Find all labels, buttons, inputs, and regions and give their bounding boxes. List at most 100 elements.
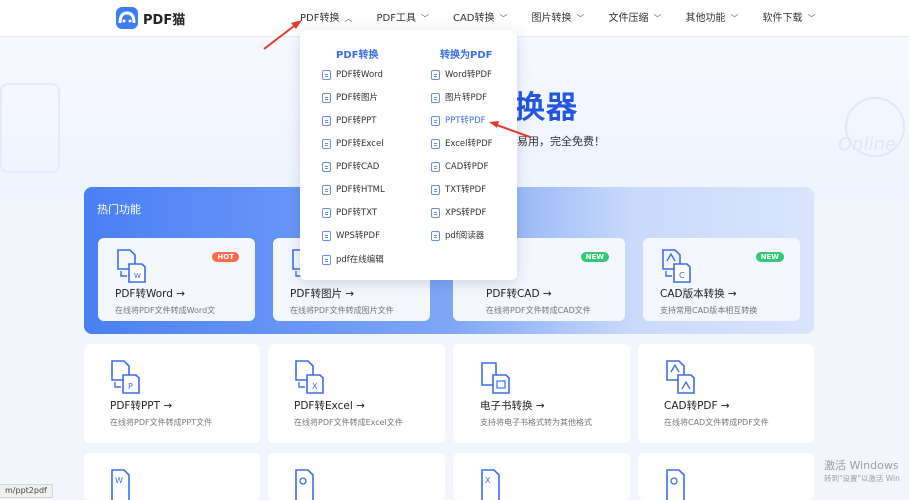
cad-version-icon: C [662, 249, 691, 283]
nav-image-convert[interactable]: 图片转换 ﹀ [532, 0, 585, 37]
chevron-down-icon: ﹀ [807, 14, 816, 23]
file-icon [322, 93, 331, 103]
file-icon [431, 139, 440, 149]
dropdown-item-xps-to-pdf[interactable]: XPS转PDF [431, 206, 486, 220]
dropdown-item-wps-to-pdf[interactable]: WPS转PDF [322, 229, 380, 243]
card-pdf-to-excel[interactable]: X PDF转Excel → 在线将PDF文件转成Excel文件 [268, 344, 445, 443]
image-file-icon [666, 469, 685, 500]
svg-text:W: W [115, 476, 123, 485]
card-cad-version-convert[interactable]: C NEW CAD版本转换 → 支持常用CAD版本相互转换 [643, 238, 800, 321]
annotation-arrow-ppt-to-pdf [489, 121, 531, 138]
file-icon [431, 116, 440, 126]
decorative-pdf-outline [0, 83, 60, 173]
dropdown-item-pdf-to-txt[interactable]: PDF转TXT [322, 206, 377, 220]
dropdown-item-txt-to-pdf[interactable]: TXT转PDF [431, 183, 486, 197]
card-title: PDF转PPT → [110, 400, 173, 412]
file-icon [431, 231, 440, 241]
nav-other-features[interactable]: 其他功能 ﹀ [686, 0, 739, 37]
hero-deco-text: Online [838, 134, 897, 155]
dropdown-heading-to-pdf: 转换为PDF [440, 50, 493, 61]
card-description: 在线将PDF文件转成Excel文件 [294, 418, 403, 427]
file-icon [431, 70, 440, 80]
hot-features-title: 热门功能 [97, 203, 141, 216]
file-icon [322, 255, 331, 265]
card-description: 支持将电子书格式转为其他格式 [480, 418, 592, 427]
image-file-icon [295, 469, 314, 500]
svg-text:X: X [312, 382, 318, 391]
windows-activation-title: 激活 Windows [824, 459, 899, 472]
file-icon [431, 208, 440, 218]
card-description: 在线将PDF文件转成图片文件 [290, 306, 394, 315]
file-icon [431, 185, 440, 195]
card-ebook-convert[interactable]: 电子书转换 → 支持将电子书格式转为其他格式 [453, 344, 630, 443]
chevron-down-icon: ﹀ [730, 14, 739, 23]
word-file-icon: W [111, 469, 130, 500]
dropdown-item-pdf-to-html[interactable]: PDF转HTML [322, 183, 385, 197]
pdf-to-ppt-icon: P [111, 360, 140, 394]
dropdown-item-pdf-to-image[interactable]: PDF转图片 [322, 91, 378, 105]
new-badge: NEW [755, 252, 784, 262]
card-partial[interactable] [638, 453, 814, 500]
dropdown-item-pdf-edit-online[interactable]: pdf在线编辑 [322, 253, 384, 267]
card-title: PDF转CAD → [486, 288, 552, 300]
dropdown-item-pdf-reader[interactable]: pdf阅读器 [431, 229, 484, 243]
card-description: 在线将PDF文件转成PPT文件 [110, 418, 213, 427]
annotation-arrow-nav [263, 20, 302, 50]
file-icon [431, 162, 440, 172]
svg-text:P: P [128, 382, 133, 391]
site-logo[interactable]: PDF猫 [116, 7, 185, 29]
pdf-convert-dropdown: PDF转换 转换为PDF PDF转Word PDF转图片 PDF转PPT PDF… [300, 30, 517, 280]
card-title: CAD转PDF → [664, 400, 730, 412]
dropdown-item-cad-to-pdf[interactable]: CAD转PDF [431, 160, 488, 174]
hot-badge: HOT [212, 252, 239, 262]
dropdown-item-word-to-pdf[interactable]: Word转PDF [431, 68, 492, 82]
dropdown-item-pdf-to-ppt[interactable]: PDF转PPT [322, 114, 377, 128]
svg-text:C: C [679, 271, 685, 280]
card-title: PDF转Excel → [294, 400, 365, 412]
cad-to-pdf-icon [666, 360, 695, 394]
card-partial[interactable]: X [453, 453, 630, 500]
ebook-icon [481, 362, 510, 394]
nav-file-compress[interactable]: 文件压缩 ﹀ [609, 0, 662, 37]
card-partial[interactable]: W [84, 453, 260, 500]
card-description: 在线将CAD文件转成PDF文件 [664, 418, 769, 427]
file-icon [431, 93, 440, 103]
card-title: 电子书转换 → [480, 400, 545, 412]
file-icon [322, 70, 331, 80]
card-description: 在线将PDF文件转成CAD文件 [486, 306, 591, 315]
nav-software-download[interactable]: 软件下载 ﹀ [763, 0, 816, 37]
card-title: PDF转图片 → [290, 288, 355, 300]
dropdown-heading-pdf-convert: PDF转换 [336, 50, 379, 61]
file-icon [322, 185, 331, 195]
dropdown-item-pdf-to-cad[interactable]: PDF转CAD [322, 160, 379, 174]
logo-cat-icon [116, 7, 138, 29]
excel-file-icon: X [481, 469, 500, 500]
file-icon [322, 162, 331, 172]
dropdown-item-pdf-to-word[interactable]: PDF转Word [322, 68, 383, 82]
chevron-down-icon: ﹀ [653, 14, 662, 23]
svg-text:W: W [134, 272, 141, 280]
dropdown-item-excel-to-pdf[interactable]: Excel转PDF [431, 137, 493, 151]
dropdown-item-image-to-pdf[interactable]: 图片转PDF [431, 91, 487, 105]
file-icon [322, 231, 331, 241]
chevron-down-icon: ﹀ [576, 14, 585, 23]
logo-text: PDF猫 [143, 12, 186, 28]
svg-text:X: X [485, 476, 491, 485]
pdf-to-excel-icon: X [295, 360, 324, 394]
status-bar-url: m/ppt2pdf [0, 484, 53, 498]
pdf-to-word-icon: W [117, 249, 146, 283]
card-pdf-to-word[interactable]: W HOT PDF转Word → 在线将PDF文件转成Word文 [98, 238, 255, 321]
card-pdf-to-ppt[interactable]: P PDF转PPT → 在线将PDF文件转成PPT文件 [84, 344, 260, 443]
new-badge: NEW [580, 252, 609, 262]
file-icon [322, 139, 331, 149]
file-icon [322, 208, 331, 218]
card-description: 在线将PDF文件转成Word文 [115, 306, 216, 315]
file-icon [322, 116, 331, 126]
dropdown-item-pdf-to-excel[interactable]: PDF转Excel [322, 137, 384, 151]
windows-activation-hint: 转到"设置"以激活 Win [824, 474, 900, 483]
card-partial[interactable] [268, 453, 445, 500]
card-description: 支持常用CAD版本相互转换 [660, 306, 758, 315]
card-cad-to-pdf[interactable]: CAD转PDF → 在线将CAD文件转成PDF文件 [638, 344, 814, 443]
dropdown-item-ppt-to-pdf[interactable]: PPT转PDF [431, 114, 486, 128]
card-title: CAD版本转换 → [660, 288, 737, 300]
